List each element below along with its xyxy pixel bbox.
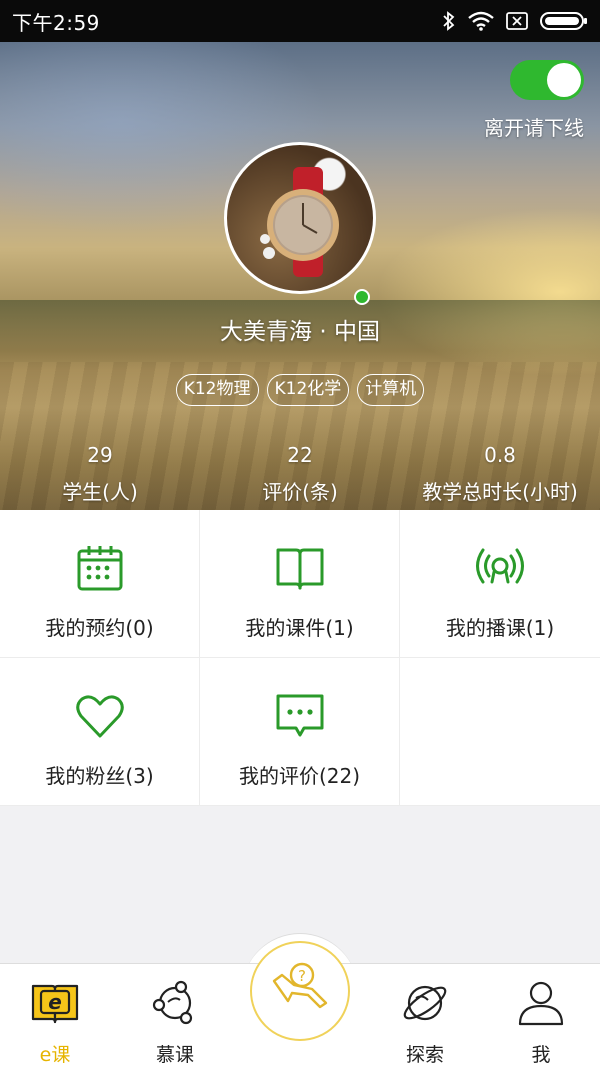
planet-icon (403, 985, 447, 1021)
wifi-icon (468, 11, 494, 31)
menu-grid: 我的预约(0) 我的课件(1) 我的播课(1) 我的粉丝(3) 我的评价(22) (0, 510, 600, 806)
toggle-knob (547, 63, 581, 97)
battery-icon (540, 12, 587, 30)
menu-item-reviews[interactable]: 我的评价(22) (200, 658, 400, 806)
stat-label: 评价(条) (262, 480, 338, 504)
status-icons (442, 10, 588, 32)
broadcast-icon (476, 548, 524, 584)
mooc-icon (152, 980, 193, 1025)
ask-question-button[interactable]: ? (250, 941, 350, 1041)
stat-label: 学生(人) (62, 480, 138, 504)
menu-item-appointments[interactable]: 我的预约(0) (0, 510, 200, 658)
profile-header: 离开请下线 大美青海 · 中国 K12物理 K12化学 计算机 29 学生(人)… (0, 42, 600, 510)
menu-item-label: 我的粉丝(3) (45, 764, 154, 788)
tab-mooc[interactable]: 慕课 (120, 964, 230, 1067)
stat-students[interactable]: 29 学生(人) (0, 440, 200, 505)
menu-item-label: 我的预约(0) (45, 616, 154, 640)
tab-explore[interactable]: 探索 (370, 964, 480, 1067)
user-icon (518, 981, 564, 1026)
ecourse-icon: e (31, 984, 79, 1024)
book-icon (276, 548, 324, 590)
stats-row: 29 学生(人) 22 评价(条) 0.8 教学总时长(小时) (0, 440, 600, 505)
subject-tag: 计算机 (357, 374, 425, 406)
menu-item-courseware[interactable]: 我的课件(1) (200, 510, 400, 658)
user-name: 大美青海 · 中国 (220, 319, 380, 345)
stat-reviews[interactable]: 22 评价(条) (200, 440, 400, 505)
status-bar: 下午2:59 (0, 0, 600, 42)
menu-item-label: 我的播课(1) (445, 616, 555, 640)
offline-toggle-label: 离开请下线 (484, 116, 584, 140)
subject-tag: K12物理 (175, 374, 259, 406)
heart-icon (76, 695, 124, 738)
menu-item-fans[interactable]: 我的粉丝(3) (0, 658, 200, 806)
menu-empty-cell (400, 658, 600, 806)
svg-text:?: ? (298, 967, 306, 985)
calendar-icon (77, 546, 123, 591)
subject-tags: K12物理 K12化学 计算机 (0, 374, 600, 406)
svg-text:e: e (48, 990, 62, 1014)
tab-ecourse[interactable]: e e课 (0, 964, 110, 1067)
menu-item-label: 我的课件(1) (245, 616, 354, 640)
tab-label: 我 (531, 1044, 551, 1066)
menu-item-label: 我的评价(22) (238, 764, 361, 788)
sim-icon (506, 12, 528, 30)
tab-label: 探索 (405, 1044, 444, 1066)
avatar[interactable] (224, 142, 376, 294)
bluetooth-icon (443, 11, 455, 31)
online-status-dot (354, 289, 370, 305)
comment-icon (276, 694, 324, 737)
offline-toggle[interactable] (510, 60, 584, 100)
ask-question-icon: ? (272, 962, 328, 1009)
stat-teaching-hours[interactable]: 0.8 教学总时长(小时) (400, 440, 600, 505)
subject-tag: K12化学 (266, 374, 350, 406)
tab-label: e课 (39, 1044, 71, 1066)
menu-item-broadcasts[interactable]: 我的播课(1) (400, 510, 600, 658)
tab-me[interactable]: 我 (486, 964, 596, 1067)
status-time: 下午2:59 (12, 10, 100, 35)
stat-value: 22 (287, 443, 313, 467)
stat-label: 教学总时长(小时) (422, 480, 578, 504)
stat-value: 29 (87, 443, 113, 467)
tab-label: 慕课 (155, 1044, 194, 1066)
watch-image (260, 167, 339, 277)
stat-value: 0.8 (484, 443, 516, 467)
